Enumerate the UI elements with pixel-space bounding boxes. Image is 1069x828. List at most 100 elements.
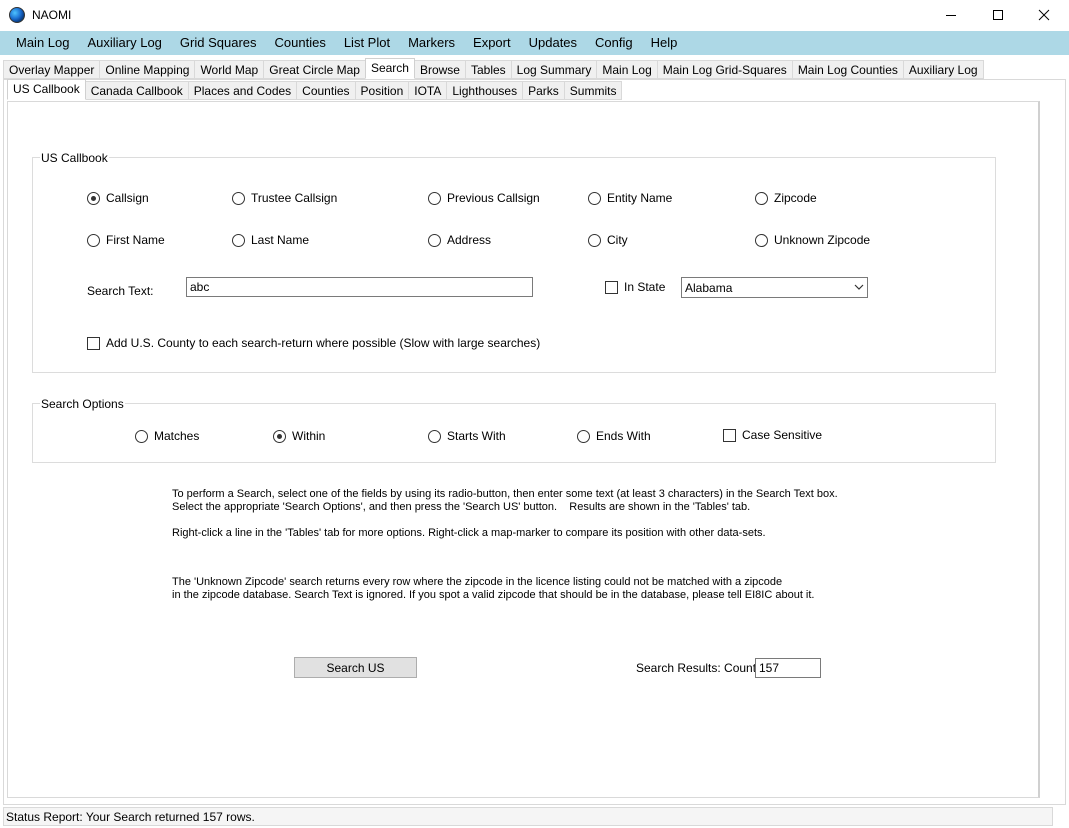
minimize-button[interactable] xyxy=(928,0,974,30)
radio-entity-name-label: Entity Name xyxy=(607,191,673,205)
radio-zipcode[interactable]: Zipcode xyxy=(755,191,817,205)
close-icon xyxy=(1038,9,1050,21)
tab-world-map[interactable]: World Map xyxy=(194,60,265,79)
search-text-label: Search Text: xyxy=(87,284,154,298)
menu-config[interactable]: Config xyxy=(586,31,642,55)
radio-indicator xyxy=(232,191,245,205)
radio-trustee-callsign-label: Trustee Callsign xyxy=(251,191,338,205)
radio-last-name[interactable]: Last Name xyxy=(232,233,309,247)
case-sensitive-label: Case Sensitive xyxy=(742,428,823,442)
state-select[interactable]: Alabama xyxy=(681,277,868,298)
radio-last-name-label: Last Name xyxy=(251,233,310,247)
tab-us-callbook[interactable]: US Callbook xyxy=(7,79,86,100)
menu-list-plot[interactable]: List Plot xyxy=(335,31,399,55)
radio-address-label: Address xyxy=(447,233,492,247)
instruction-line-2: Select the appropriate 'Search Options',… xyxy=(172,501,751,513)
instruction-line-5: in the zipcode database. Search Text is … xyxy=(172,589,815,601)
tab-summits[interactable]: Summits xyxy=(563,81,623,100)
radio-indicator xyxy=(428,191,441,205)
menu-main-log[interactable]: Main Log xyxy=(7,31,78,55)
close-button[interactable] xyxy=(1021,0,1067,30)
in-state-checkbox[interactable]: In State xyxy=(605,280,665,294)
radio-indicator xyxy=(577,429,590,443)
radio-within[interactable]: Within xyxy=(273,429,325,443)
checkbox-indicator xyxy=(87,336,100,350)
tab-search[interactable]: Search xyxy=(364,58,415,79)
radio-entity-name[interactable]: Entity Name xyxy=(588,191,672,205)
radio-unknown-zipcode[interactable]: Unknown Zipcode xyxy=(755,233,870,247)
window-title: NAOMI xyxy=(32,8,72,22)
menu-markers[interactable]: Markers xyxy=(399,31,464,55)
tab-main-log[interactable]: Main Log xyxy=(596,60,658,79)
main-tab-strip: Overlay Mapper Online Mapping World Map … xyxy=(3,58,984,80)
app-globe-icon xyxy=(9,7,25,23)
radio-selected-indicator xyxy=(87,191,100,205)
radio-city-label: City xyxy=(607,233,628,247)
radio-starts-with-label: Starts With xyxy=(447,429,506,443)
tab-main-log-grid-squares[interactable]: Main Log Grid-Squares xyxy=(656,60,793,79)
search-results-count-label: Search Results: Count xyxy=(636,661,757,675)
case-sensitive-checkbox[interactable]: Case Sensitive xyxy=(723,428,822,442)
tab-iota[interactable]: IOTA xyxy=(408,81,448,100)
radio-indicator xyxy=(755,191,768,205)
radio-indicator xyxy=(588,233,601,247)
add-county-checkbox[interactable]: Add U.S. County to each search-return wh… xyxy=(87,336,540,350)
menu-help[interactable]: Help xyxy=(642,31,687,55)
tab-online-mapping[interactable]: Online Mapping xyxy=(99,60,196,79)
radio-matches[interactable]: Matches xyxy=(135,429,199,443)
menu-auxiliary-log[interactable]: Auxiliary Log xyxy=(78,31,170,55)
chevron-down-icon xyxy=(854,284,864,290)
radio-indicator xyxy=(428,233,441,247)
search-text-input[interactable] xyxy=(186,277,533,297)
tab-log-summary[interactable]: Log Summary xyxy=(510,60,598,79)
radio-selected-indicator xyxy=(273,429,286,443)
add-county-label: Add U.S. County to each search-return wh… xyxy=(106,336,541,350)
radio-indicator xyxy=(755,233,768,247)
instruction-line-3: Right-click a line in the 'Tables' tab f… xyxy=(172,527,766,539)
radio-unknown-zipcode-label: Unknown Zipcode xyxy=(774,233,871,247)
radio-callsign[interactable]: Callsign xyxy=(87,191,149,205)
tab-overlay-mapper[interactable]: Overlay Mapper xyxy=(3,60,101,79)
radio-starts-with[interactable]: Starts With xyxy=(428,429,506,443)
tab-auxiliary-log[interactable]: Auxiliary Log xyxy=(902,60,984,79)
tab-main-log-counties[interactable]: Main Log Counties xyxy=(791,60,904,79)
radio-first-name[interactable]: First Name xyxy=(87,233,165,247)
radio-previous-callsign-label: Previous Callsign xyxy=(447,191,540,205)
us-callbook-group-label: US Callbook xyxy=(40,151,109,165)
radio-trustee-callsign[interactable]: Trustee Callsign xyxy=(232,191,337,205)
tab-tables[interactable]: Tables xyxy=(464,60,512,79)
tab-position[interactable]: Position xyxy=(354,81,410,100)
menu-updates[interactable]: Updates xyxy=(520,31,586,55)
title-bar: NAOMI xyxy=(0,0,1069,30)
tab-lighthouses[interactable]: Lighthouses xyxy=(446,81,524,100)
radio-indicator xyxy=(87,233,100,247)
state-select-value: Alabama xyxy=(685,280,733,295)
radio-ends-with-label: Ends With xyxy=(596,429,651,443)
tab-parks[interactable]: Parks xyxy=(522,81,565,100)
radio-previous-callsign[interactable]: Previous Callsign xyxy=(428,191,540,205)
search-results-count-field[interactable] xyxy=(755,658,821,678)
radio-ends-with[interactable]: Ends With xyxy=(577,429,651,443)
instruction-line-1: To perform a Search, select one of the f… xyxy=(172,488,838,500)
menu-grid-squares[interactable]: Grid Squares xyxy=(171,31,266,55)
radio-indicator xyxy=(428,429,441,443)
radio-first-name-label: First Name xyxy=(106,233,165,247)
search-us-button[interactable]: Search US xyxy=(294,657,417,678)
instruction-line-4: The 'Unknown Zipcode' search returns eve… xyxy=(172,576,783,588)
tab-canada-callbook[interactable]: Canada Callbook xyxy=(84,81,189,100)
tab-great-circle-map[interactable]: Great Circle Map xyxy=(263,60,366,79)
maximize-button[interactable] xyxy=(975,0,1021,30)
tab-counties[interactable]: Counties xyxy=(296,81,356,100)
menu-bar: Main Log Auxiliary Log Grid Squares Coun… xyxy=(0,31,1069,55)
tab-places-and-codes[interactable]: Places and Codes xyxy=(187,81,298,100)
minimize-icon xyxy=(946,15,956,16)
radio-indicator xyxy=(588,191,601,205)
radio-city[interactable]: City xyxy=(588,233,628,247)
menu-counties[interactable]: Counties xyxy=(266,31,335,55)
radio-address[interactable]: Address xyxy=(428,233,491,247)
checkbox-indicator xyxy=(605,280,618,294)
radio-indicator xyxy=(232,233,245,247)
menu-export[interactable]: Export xyxy=(464,31,520,55)
radio-matches-label: Matches xyxy=(154,429,200,443)
tab-browse[interactable]: Browse xyxy=(413,60,466,79)
